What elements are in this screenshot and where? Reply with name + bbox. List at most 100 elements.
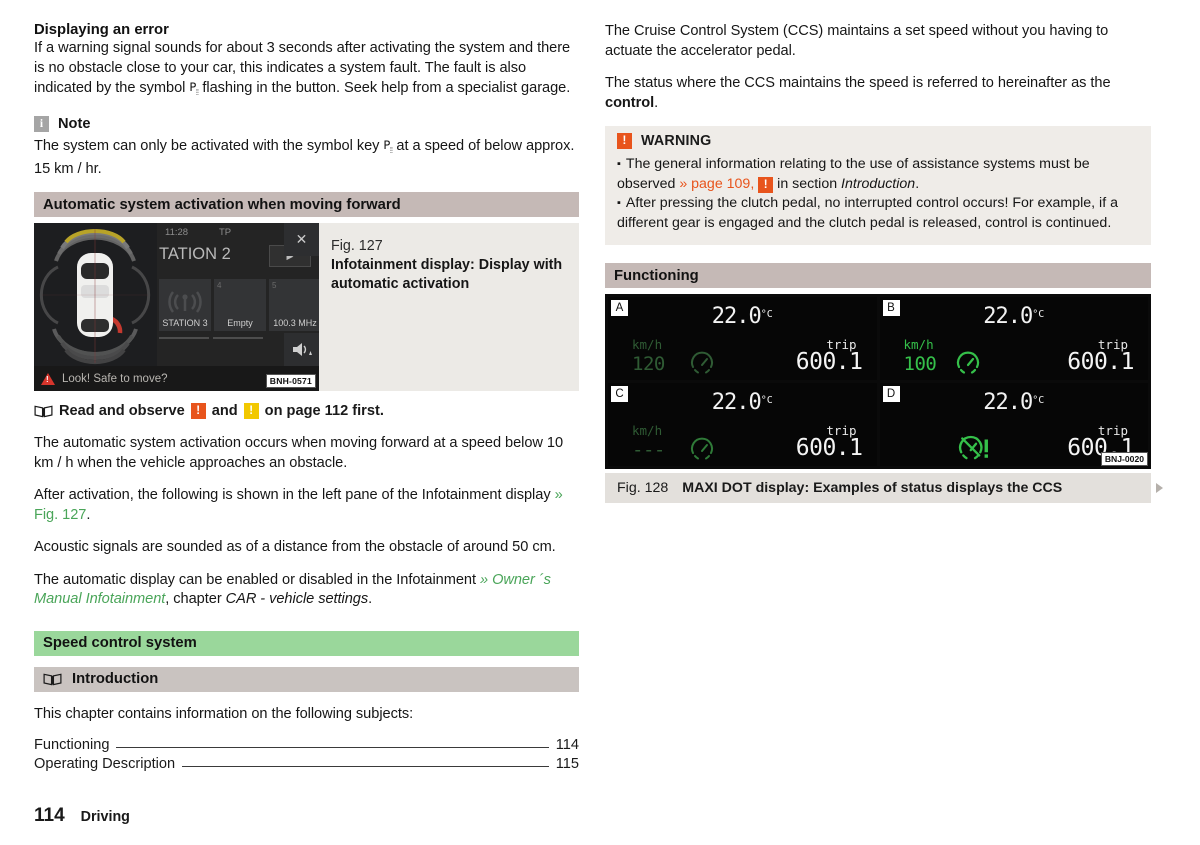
- caution-icon: !: [243, 403, 259, 420]
- tp-label: TP: [219, 227, 232, 239]
- note-text-part1: The system can only be activated with th…: [34, 137, 384, 154]
- speedometer-icon: [691, 437, 713, 460]
- page-reference-link[interactable]: » page 109,: [679, 176, 754, 192]
- progress-bars: [159, 337, 263, 340]
- warning-title: WARNING: [641, 133, 712, 149]
- warning-header: ! WARNING: [617, 133, 1139, 149]
- note-body: The system can only be activated with th…: [34, 136, 579, 179]
- preset-label: STATION 3: [162, 318, 208, 329]
- warning-box: ! WARNING The general information relati…: [605, 126, 1151, 245]
- warning-bullet-2: After pressing the clutch pedal, no inte…: [617, 194, 1139, 233]
- paragraph-acoustic-signals: Acoustic signals are sounded as of a dis…: [34, 539, 556, 556]
- panel-b-temp-unit: °C: [1032, 309, 1045, 320]
- warning-icon-inline: !: [758, 177, 774, 193]
- book-icon: [43, 673, 62, 686]
- status-control-bold: control: [605, 94, 655, 111]
- panel-b-speed-value: 100: [903, 353, 937, 375]
- warning-b1-italic: Introduction: [841, 176, 916, 192]
- volume-button[interactable]: [284, 333, 319, 367]
- preset-tiles: STATION 3 4 Empty 5 100.3 MHz: [159, 279, 319, 332]
- note-header: i Note: [34, 115, 579, 132]
- panel-c-trip-value: 600.1: [795, 435, 863, 461]
- figure-128-number: Fig. 128: [617, 480, 669, 496]
- enable-part3: .: [368, 591, 373, 608]
- warning-b1-part2: in section: [773, 176, 842, 192]
- panel-d-temp-value: 22.0: [983, 390, 1033, 415]
- speedometer-icon: [956, 351, 979, 374]
- panel-a-temp-unit: °C: [760, 309, 773, 320]
- panel-a-temp-value: 22.0: [711, 304, 762, 329]
- enable-part1: The automatic display can be enabled or …: [34, 571, 480, 588]
- figure-128-text: MAXI DOT display: Examples of status dis…: [682, 480, 1063, 496]
- panel-a-temperature: 22.0°C: [608, 304, 877, 329]
- panel-b-trip-value: 600.1: [1067, 349, 1134, 375]
- after-activation-part2: .: [86, 506, 91, 523]
- toc-label: Operating Description: [34, 756, 176, 773]
- next-page-arrow-icon[interactable]: [1156, 483, 1163, 493]
- note-block: i Note The system can only be activated …: [34, 115, 579, 179]
- warning-icon: !: [617, 133, 632, 149]
- progress-bar: [213, 337, 263, 340]
- after-activation-part1: After activation, the following is shown…: [34, 487, 555, 504]
- maxidot-panel-b: B 22.0°C km/h 100 trip 600.1: [879, 297, 1149, 380]
- panel-c-temperature: 22.0°C: [608, 390, 877, 415]
- maxidot-panel-c: C 22.0°C km/h --- trip 600.1: [608, 383, 877, 466]
- paragraph-error-description: If a warning signal sounds for about 3 s…: [34, 39, 579, 102]
- paragraph-chapter-intro: This chapter contains information on the…: [34, 705, 414, 722]
- toc-page: 115: [555, 756, 579, 773]
- radio-waves-icon: [168, 291, 202, 313]
- maxidot-panel-grid: A 22.0°C km/h 120 trip 600.1 B 22.0°C km…: [608, 297, 1148, 466]
- preset-tile[interactable]: STATION 3: [159, 279, 211, 332]
- figure-128-caption: Fig. 128 MAXI DOT display: Examples of s…: [605, 473, 1163, 503]
- paragraph-auto-activation: The automatic system activation occurs w…: [34, 435, 564, 471]
- section-bar-introduction: Introduction: [34, 666, 579, 692]
- warning-b2-text: After pressing the clutch pedal, no inte…: [617, 195, 1118, 231]
- paragraph-ccs-status: The status where the CCS maintains the s…: [605, 74, 1151, 113]
- toc-row[interactable]: Operating Description 115: [34, 756, 579, 772]
- figure-code-128: BNJ-0020: [1100, 452, 1148, 466]
- panel-c-temp-value: 22.0: [711, 390, 762, 415]
- status-part1: The status where the CCS maintains the s…: [605, 75, 1111, 91]
- footer-page-number: 114: [34, 805, 65, 826]
- enable-chapter-italic: CAR - vehicle settings: [225, 591, 369, 608]
- toc-page: 114: [555, 737, 579, 754]
- error-text-part2: flashing in the button. Seek help from a…: [198, 80, 571, 96]
- panel-a-trip-value: 600.1: [795, 349, 863, 375]
- panel-d-temp-unit: °C: [1032, 395, 1045, 406]
- section-bar-functioning: Functioning: [605, 263, 1151, 288]
- figure-127-text: Infotainment display: Display with autom…: [331, 257, 563, 293]
- manual-page: Displaying an error If a warning signal …: [0, 0, 1200, 845]
- close-button[interactable]: ✕: [284, 223, 319, 257]
- current-station-label: TATION 2: [159, 245, 231, 264]
- toc-leader: [182, 766, 549, 768]
- warning-triangle-icon: [41, 372, 55, 385]
- warning-icon: !: [190, 403, 206, 420]
- left-column: Displaying an error If a warning signal …: [34, 22, 579, 775]
- speaker-icon: [292, 343, 312, 357]
- read-observe-mid: and: [211, 403, 238, 420]
- info-icon: i: [34, 115, 49, 132]
- panel-b-temperature: 22.0°C: [880, 304, 1149, 329]
- car-top-view-graphic: [39, 229, 151, 365]
- section-heading-displaying-error: Displaying an error: [34, 22, 169, 38]
- speedometer-fault-icon: [958, 435, 988, 460]
- clock-label: 11:28: [165, 227, 189, 239]
- paragraph-enable-disable: The automatic display can be enabled or …: [34, 571, 579, 610]
- preset-tile[interactable]: 4 Empty: [214, 279, 266, 332]
- preset-tile[interactable]: 5 100.3 MHz: [269, 279, 319, 332]
- figure-code-127: BNH-0571: [265, 374, 316, 389]
- page-footer: 114 Driving: [34, 805, 130, 827]
- table-of-contents: Functioning 114 Operating Description 11…: [34, 737, 579, 772]
- section-bar-auto-activation: Automatic system activation when moving …: [34, 192, 579, 218]
- panel-b-unit-label: km/h: [903, 337, 934, 352]
- panel-d-temperature: 22.0°C: [880, 390, 1149, 415]
- panel-a-unit-label: km/h: [632, 337, 663, 352]
- read-observe-suffix: on page 112 first.: [264, 403, 384, 420]
- toc-row[interactable]: Functioning 114: [34, 737, 579, 753]
- panel-b-temp-value: 22.0: [983, 304, 1033, 329]
- paragraph-after-activation: After activation, the following is shown…: [34, 486, 579, 525]
- toc-label: Functioning: [34, 737, 110, 754]
- preset-label: Empty: [227, 318, 253, 329]
- infotainment-screenshot: 11:28 TP 20.0°C TATION 2 ▶: [34, 223, 319, 392]
- warning-message-text: Look! Safe to move?: [62, 372, 168, 385]
